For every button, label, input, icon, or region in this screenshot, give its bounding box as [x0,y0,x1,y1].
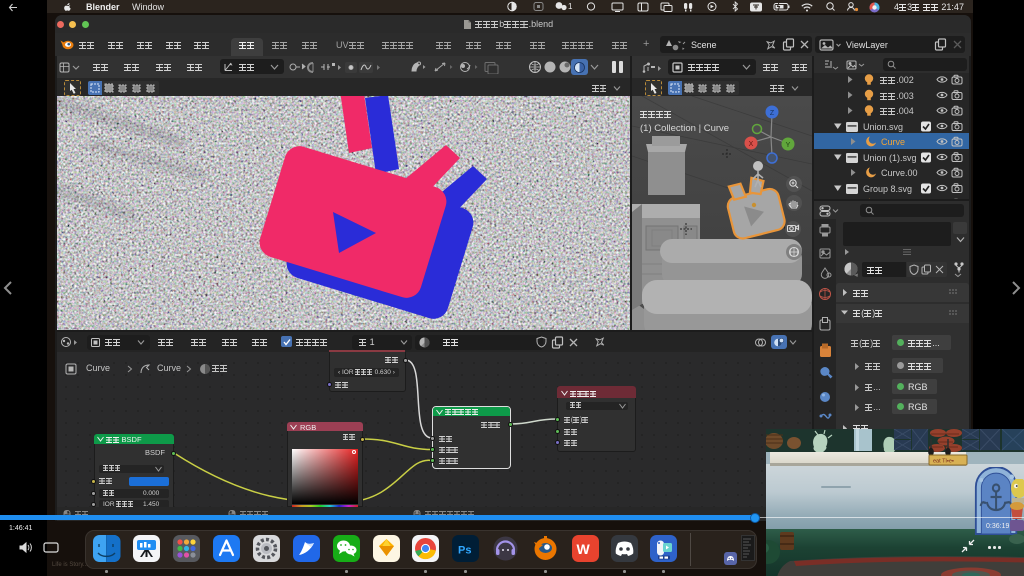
svg-text:Z: Z [770,110,775,117]
svg-text:Ps: Ps [458,544,471,556]
svg-text:Y: Y [786,142,791,149]
svg-text:X: X [749,141,754,148]
svg-text:W: W [576,541,590,557]
svg-text:eat TI▪e▪: eat TI▪e▪ [933,459,954,465]
